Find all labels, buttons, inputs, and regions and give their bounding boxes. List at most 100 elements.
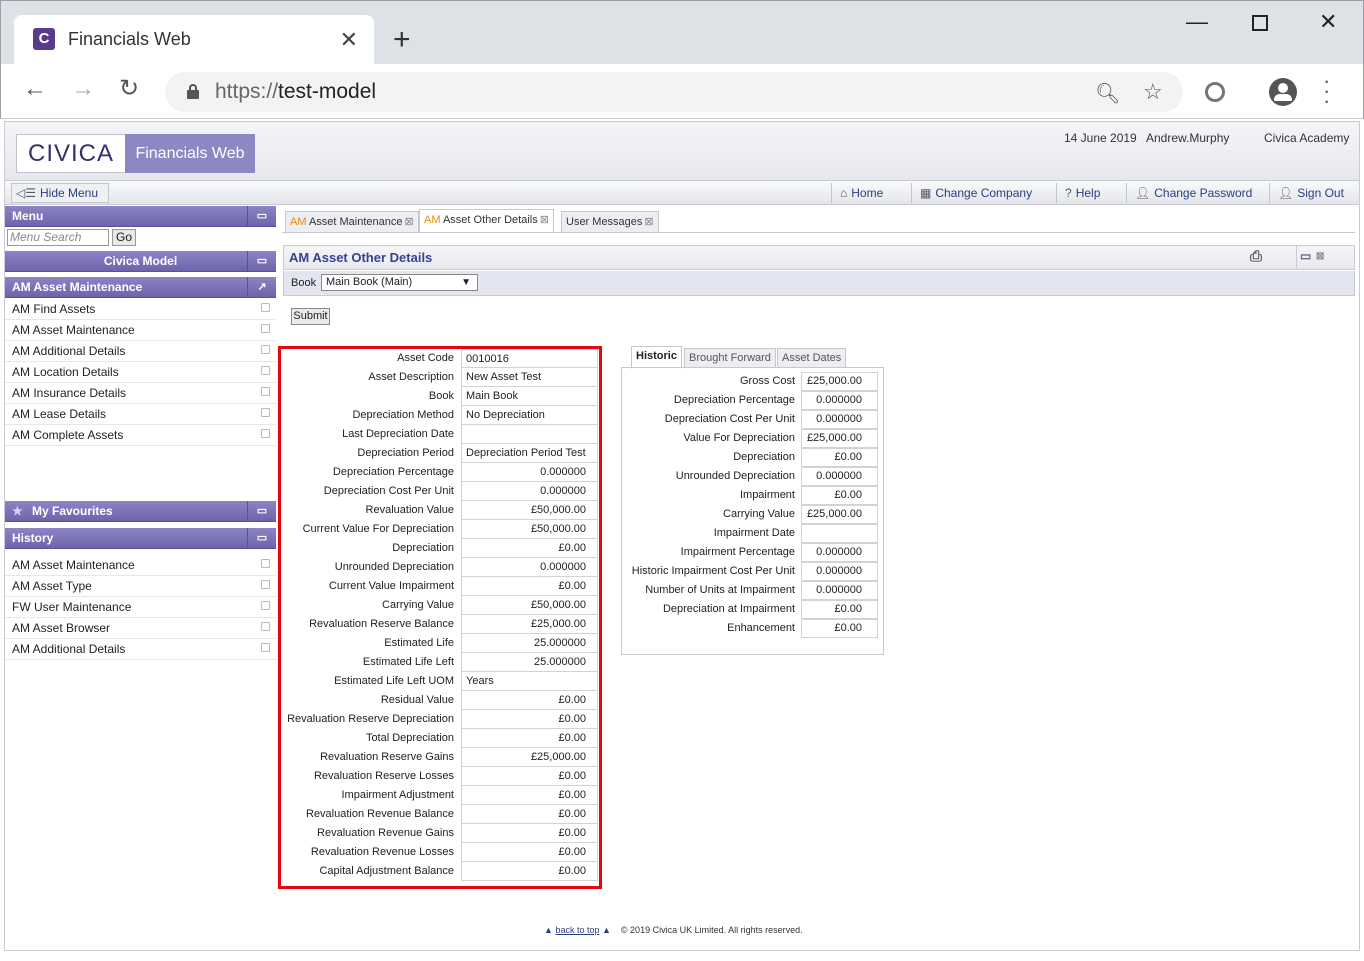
close-tab-icon[interactable]: ⊠ bbox=[540, 214, 549, 226]
field-row: Revaluation Value £50,000.00 bbox=[281, 501, 599, 520]
open-external-icon[interactable] bbox=[261, 324, 270, 333]
close-tab-icon[interactable]: ✕ bbox=[340, 27, 358, 53]
minimize-icon[interactable]: — bbox=[1186, 9, 1208, 35]
open-external-icon[interactable] bbox=[261, 303, 270, 312]
historic-label: Impairment bbox=[739, 489, 795, 501]
civica-favicon-icon: C bbox=[33, 28, 55, 50]
open-external-icon[interactable] bbox=[261, 643, 270, 652]
window-icon[interactable]: ▭ bbox=[247, 528, 276, 549]
field-row: Impairment Adjustment £0.00 bbox=[281, 786, 599, 805]
history-item[interactable]: AM Asset Type bbox=[5, 576, 276, 597]
sidebar-item[interactable]: AM Location Details bbox=[5, 362, 276, 383]
field-value: £50,000.00 bbox=[461, 596, 598, 615]
new-tab-icon[interactable]: + bbox=[393, 23, 411, 57]
tab-asset-dates[interactable]: Asset Dates bbox=[777, 348, 847, 368]
history-item[interactable]: AM Asset Browser bbox=[5, 618, 276, 639]
popout-icon[interactable]: ↗ bbox=[247, 277, 276, 298]
menu-search-input[interactable]: Menu Search bbox=[7, 229, 109, 246]
sign-out-link[interactable]: 👤︎ Sign Out bbox=[1269, 183, 1352, 203]
field-row: Total Depreciation £0.00 bbox=[281, 729, 599, 748]
tab-divider bbox=[282, 232, 1355, 233]
close-panel-icon[interactable]: ⊠ bbox=[1316, 245, 1324, 268]
field-label: Revaluation Revenue Gains bbox=[317, 827, 454, 839]
tab-historic[interactable]: Historic bbox=[631, 346, 682, 369]
window-icon[interactable]: ▭ bbox=[247, 251, 276, 272]
close-tab-icon[interactable]: ⊠ bbox=[405, 216, 414, 228]
menu-go-button[interactable]: Go bbox=[112, 229, 136, 246]
open-external-icon[interactable] bbox=[261, 559, 270, 568]
open-external-icon[interactable] bbox=[261, 622, 270, 631]
up-arrow-icon: ▲ bbox=[601, 925, 611, 935]
book-select[interactable]: Main Book (Main) ▼ bbox=[321, 274, 478, 291]
zoom-icon[interactable]: 🔍︎ bbox=[1095, 81, 1120, 106]
sidebar-item[interactable]: AM Find Assets bbox=[5, 299, 276, 320]
field-label: Capital Adjustment Balance bbox=[319, 865, 454, 877]
app-window: CIVICA Financials Web 14 June 2019 Andre… bbox=[4, 121, 1360, 951]
sidebar-item[interactable]: AM Additional Details bbox=[5, 341, 276, 362]
civica-logo[interactable]: CIVICA bbox=[16, 134, 126, 173]
tab-asset-maintenance[interactable]: AM Asset Maintenance ⊠ bbox=[285, 211, 419, 233]
address-bar[interactable]: https://test-model 🔍︎ ☆ bbox=[165, 72, 1183, 112]
browser-tab[interactable]: C Financials Web ✕ bbox=[14, 15, 374, 65]
field-label: Carrying Value bbox=[382, 599, 454, 611]
history-item-label: AM Asset Browser bbox=[12, 621, 111, 635]
bookmark-star-icon[interactable]: ☆ bbox=[1143, 79, 1163, 105]
app-toolbar: ◁☰ Hide Menu ⌂ Home ▦ Change Company ? Help … bbox=[5, 180, 1359, 205]
open-external-icon[interactable] bbox=[261, 408, 270, 417]
historic-value: 0.000000 bbox=[801, 581, 878, 600]
section-header[interactable]: AM Asset Maintenance ↗ bbox=[5, 277, 276, 298]
open-external-icon[interactable] bbox=[261, 387, 270, 396]
field-value: 25.000000 bbox=[461, 653, 598, 672]
sidebar-item[interactable]: AM Asset Maintenance bbox=[5, 320, 276, 341]
forward-icon[interactable]: → bbox=[71, 75, 95, 103]
maximize-icon[interactable] bbox=[1252, 15, 1268, 31]
tab-brought-forward[interactable]: Brought Forward bbox=[684, 348, 776, 368]
home-link[interactable]: ⌂ Home bbox=[831, 183, 891, 203]
submit-button[interactable]: Submit bbox=[291, 308, 330, 325]
change-company-link[interactable]: ▦ Change Company bbox=[911, 183, 1040, 203]
tab-user-messages[interactable]: User Messages ⊠ bbox=[561, 211, 659, 233]
change-password-link[interactable]: 👤︎ Change Password bbox=[1126, 183, 1260, 203]
field-label: Depreciation bbox=[392, 542, 454, 554]
header-company: Civica Academy bbox=[1264, 131, 1350, 145]
field-value: £25,000.00 bbox=[461, 615, 598, 634]
hide-menu-button[interactable]: ◁☰ Hide Menu bbox=[11, 183, 110, 203]
window-icon[interactable]: ▭ bbox=[247, 206, 276, 227]
sidebar-item[interactable]: AM Insurance Details bbox=[5, 383, 276, 404]
field-row: Revaluation Reserve Gains £25,000.00 bbox=[281, 748, 599, 767]
back-to-top-link[interactable]: back to top bbox=[555, 925, 599, 935]
history-item[interactable]: AM Additional Details bbox=[5, 639, 276, 660]
reload-icon[interactable]: ↻ bbox=[119, 74, 139, 103]
user-key-icon: 👤︎ bbox=[1135, 186, 1151, 200]
tab-asset-other-details[interactable]: AM Asset Other Details ⊠ bbox=[419, 209, 554, 233]
panel-title: AM Asset Other Details ⎙ ▭ ⊠ bbox=[283, 245, 1355, 270]
sidebar-item[interactable]: AM Lease Details bbox=[5, 404, 276, 425]
historic-label: Depreciation at Impairment bbox=[662, 603, 795, 615]
more-menu-icon[interactable]: · · · bbox=[1323, 70, 1330, 112]
history-item-label: AM Additional Details bbox=[12, 642, 126, 656]
close-tab-icon[interactable]: ⊠ bbox=[644, 216, 653, 228]
sidebar-item[interactable]: AM Complete Assets bbox=[5, 425, 276, 446]
sidebar-item-label: AM Find Assets bbox=[12, 302, 96, 316]
favourites-header[interactable]: ★ My Favourites ▭ bbox=[5, 501, 276, 522]
back-icon[interactable]: ← bbox=[23, 75, 47, 103]
open-external-icon[interactable] bbox=[261, 601, 270, 610]
open-external-icon[interactable] bbox=[261, 580, 270, 589]
history-header[interactable]: History ▭ bbox=[5, 528, 276, 549]
open-external-icon[interactable] bbox=[261, 345, 270, 354]
history-item[interactable]: FW User Maintenance bbox=[5, 597, 276, 618]
close-window-icon[interactable]: ✕ bbox=[1319, 9, 1337, 35]
profile-avatar-icon[interactable] bbox=[1269, 78, 1297, 106]
open-external-icon[interactable] bbox=[261, 366, 270, 375]
window-icon[interactable]: ▭ bbox=[247, 501, 276, 522]
field-label: Unrounded Depreciation bbox=[334, 561, 454, 573]
history-item[interactable]: AM Asset Maintenance bbox=[5, 555, 276, 576]
print-icon[interactable]: ⎙ bbox=[1250, 245, 1262, 268]
window-icon[interactable]: ▭ bbox=[1300, 245, 1311, 268]
field-value: £50,000.00 bbox=[461, 520, 598, 539]
open-external-icon[interactable] bbox=[261, 429, 270, 438]
extension-icon[interactable] bbox=[1205, 82, 1225, 102]
field-label: Current Value Impairment bbox=[328, 580, 454, 592]
help-link[interactable]: ? Help bbox=[1056, 183, 1108, 203]
historic-value: £0.00 bbox=[801, 619, 878, 638]
